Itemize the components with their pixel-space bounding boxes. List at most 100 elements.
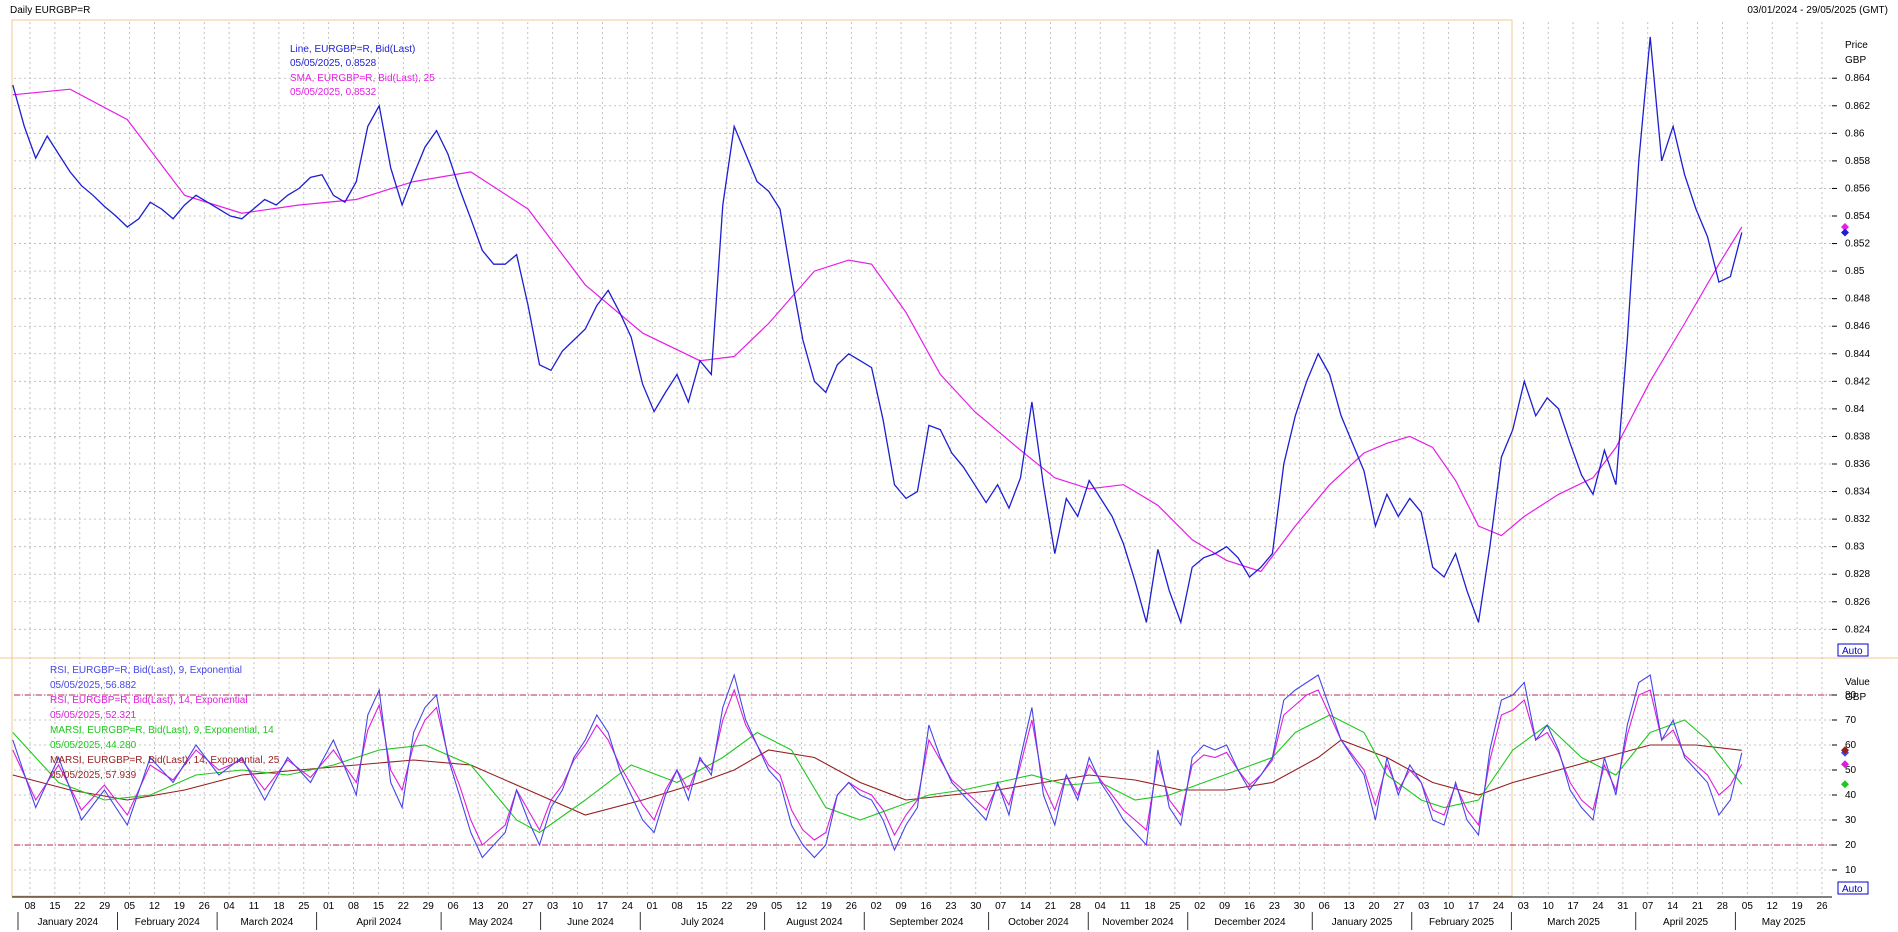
x-tick-label: 11 xyxy=(1120,901,1131,912)
rsi-ytick-label: 10 xyxy=(1845,865,1857,876)
rsi-axis-title: Value xyxy=(1845,677,1870,688)
rsi-ytick-label: 40 xyxy=(1845,790,1857,801)
x-month-label: March 2025 xyxy=(1547,917,1600,928)
x-tick-label: 15 xyxy=(373,901,385,912)
x-month-label: January 2025 xyxy=(1332,917,1393,928)
chart-canvas[interactable]: 0.864 0.862 0.86 0.858 0.856 0.854 0.852 0.85 0.… xyxy=(0,0,1898,932)
x-tick-label: 15 xyxy=(49,901,61,912)
x-tick-label: 16 xyxy=(1244,901,1256,912)
x-month-label: November 2024 xyxy=(1102,917,1174,928)
rsi9-series-line xyxy=(12,673,1743,859)
x-month-label: December 2024 xyxy=(1214,917,1286,928)
legend-line-name: Line, EURGBP=R, Bid(Last) xyxy=(290,44,415,55)
price-ytick-label: 0.838 xyxy=(1845,431,1870,442)
x-tick-label: 19 xyxy=(821,901,833,912)
rsi-axis-unit: GBP xyxy=(1845,692,1866,703)
x-tick-label: 03 xyxy=(547,901,559,912)
price-ytick-label: 0.848 xyxy=(1845,294,1870,305)
x-tick-label: 22 xyxy=(74,901,86,912)
x-month-label: February 2024 xyxy=(135,917,200,928)
x-tick-label: 04 xyxy=(224,901,236,912)
x-tick-label: 17 xyxy=(1568,901,1580,912)
price-ytick-label: 0.832 xyxy=(1845,514,1870,525)
price-ytick-label: 0.856 xyxy=(1845,183,1870,194)
x-month-label: May 2025 xyxy=(1762,917,1806,928)
x-month-label: October 2024 xyxy=(1008,917,1069,928)
x-month-label: April 2024 xyxy=(356,917,401,928)
x-tick-label: 28 xyxy=(1717,901,1729,912)
x-tick-label: 03 xyxy=(1418,901,1430,912)
price-ytick-label: 0.854 xyxy=(1845,211,1870,222)
legend-rsi9-name: RSI, EURGBP=R, Bid(Last), 9, Exponential xyxy=(50,665,242,676)
x-tick-label: 12 xyxy=(1767,901,1779,912)
price-series-line xyxy=(12,36,1743,625)
rsi-ytick-label: 70 xyxy=(1845,715,1857,726)
price-ytick-label: 0.862 xyxy=(1845,101,1870,112)
x-tick-label: 17 xyxy=(1468,901,1480,912)
price-axis-title: Price xyxy=(1845,40,1868,51)
x-tick-label: 24 xyxy=(622,901,634,912)
legend-marsi9-name: MARSI, EURGBP=R, Bid(Last), 9, Exponenti… xyxy=(50,725,274,736)
rsi-auto-label[interactable]: Auto xyxy=(1842,884,1863,895)
x-tick-label: 15 xyxy=(696,901,708,912)
x-tick-label: 26 xyxy=(1816,901,1828,912)
x-tick-label: 12 xyxy=(149,901,161,912)
x-tick-label: 02 xyxy=(871,901,883,912)
x-tick-label: 31 xyxy=(1617,901,1629,912)
x-tick-label: 30 xyxy=(1294,901,1306,912)
price-ytick-label: 0.846 xyxy=(1845,321,1870,332)
x-tick-label: 10 xyxy=(1543,901,1555,912)
x-tick-label: 05 xyxy=(771,901,783,912)
x-tick-label: 13 xyxy=(1344,901,1356,912)
x-month-label: January 2024 xyxy=(37,917,98,928)
x-month-label: July 2024 xyxy=(681,917,724,928)
price-last-marker xyxy=(1841,228,1849,237)
x-tick-label: 12 xyxy=(796,901,808,912)
x-tick-label: 09 xyxy=(896,901,908,912)
x-tick-label: 25 xyxy=(298,901,310,912)
x-tick-label: 13 xyxy=(472,901,484,912)
price-panel-frame xyxy=(11,19,1513,659)
x-month-label: August 2024 xyxy=(786,917,843,928)
rsi-panel-frame xyxy=(11,657,1513,897)
x-tick-label: 08 xyxy=(24,901,36,912)
price-ytick-label: 0.85 xyxy=(1845,266,1865,277)
x-tick-label: 08 xyxy=(672,901,684,912)
x-tick-label: 14 xyxy=(1667,901,1679,912)
x-tick-label: 21 xyxy=(1045,901,1057,912)
x-tick-label: 06 xyxy=(448,901,460,912)
sma-series-line xyxy=(12,88,1743,573)
y-axis: 0.864 0.862 0.86 0.858 0.856 0.854 0.852 0.85 0.… xyxy=(1832,73,1870,876)
x-tick-label: 27 xyxy=(522,901,534,912)
rsi-last-marker xyxy=(1841,780,1849,789)
price-ytick-label: 0.86 xyxy=(1845,128,1865,139)
x-month-label: September 2024 xyxy=(889,917,963,928)
x-tick-label: 19 xyxy=(1792,901,1804,912)
price-auto-label[interactable]: Auto xyxy=(1842,646,1863,657)
legend-rsi14-value: 05/05/2025, 52.321 xyxy=(50,710,137,721)
rsi-ytick-label: 50 xyxy=(1845,765,1857,776)
rsi14-series-line xyxy=(12,688,1743,846)
x-tick-label: 25 xyxy=(1169,901,1181,912)
x-tick-label: 22 xyxy=(398,901,410,912)
price-ytick-label: 0.826 xyxy=(1845,597,1870,608)
price-ytick-label: 0.864 xyxy=(1845,73,1870,84)
x-tick-label: 05 xyxy=(124,901,136,912)
price-ytick-label: 0.83 xyxy=(1845,542,1865,553)
x-tick-label: 03 xyxy=(1518,901,1530,912)
x-tick-label: 11 xyxy=(249,901,260,912)
x-tick-label: 17 xyxy=(597,901,609,912)
rsi-ytick-label: 30 xyxy=(1845,815,1857,826)
x-tick-label: 04 xyxy=(1095,901,1107,912)
x-tick-label: 27 xyxy=(1393,901,1405,912)
x-month-label: May 2024 xyxy=(469,917,513,928)
legend-marsi14-value: 05/05/2025, 57.939 xyxy=(50,770,137,781)
price-ytick-label: 0.858 xyxy=(1845,156,1870,167)
price-ytick-label: 0.836 xyxy=(1845,459,1870,470)
legend-marsi14-name: MARSI, EURGBP=R, Bid(Last), 14, Exponent… xyxy=(50,755,280,766)
x-tick-label: 29 xyxy=(746,901,758,912)
x-tick-label: 01 xyxy=(647,901,659,912)
x-tick-label: 29 xyxy=(423,901,435,912)
x-tick-label: 19 xyxy=(174,901,186,912)
x-tick-label: 10 xyxy=(572,901,584,912)
